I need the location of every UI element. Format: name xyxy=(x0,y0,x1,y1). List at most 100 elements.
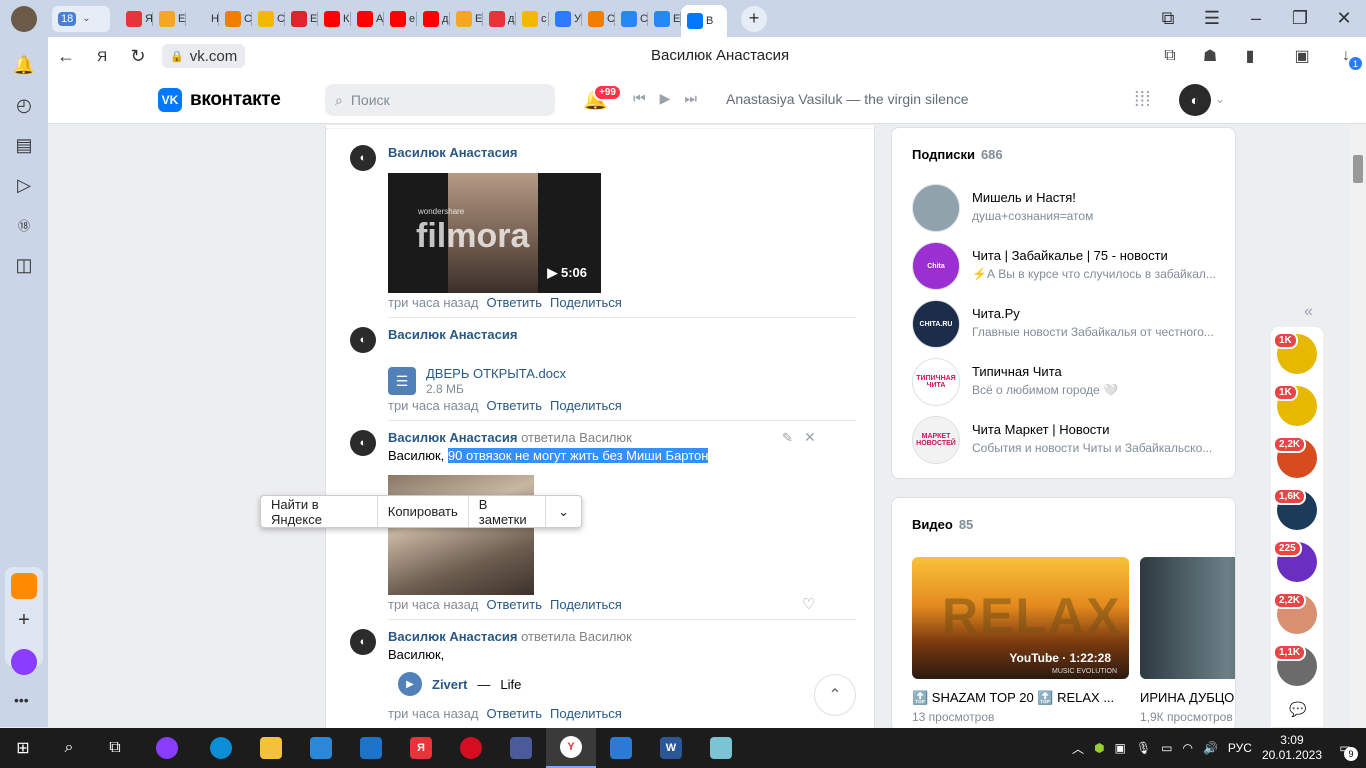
tab-counter[interactable]: 18 ⌄ xyxy=(52,5,110,32)
play-icon[interactable]: ▶ xyxy=(660,90,671,107)
audio-play-button[interactable]: ▶ xyxy=(398,672,422,696)
search-input[interactable]: ⌕ Поиск xyxy=(325,84,555,116)
copy-button[interactable]: Копировать xyxy=(378,496,469,527)
share-link[interactable]: Поделиться xyxy=(550,706,622,721)
alice-icon[interactable] xyxy=(138,728,196,768)
subscription-item[interactable]: МАРКЕТ НОВОСТЕЙ Чита Маркет | Новости Собы… xyxy=(912,416,1222,466)
vk-logo[interactable]: VK вконтакте xyxy=(158,88,281,112)
collapse-rail-icon[interactable]: « xyxy=(1304,303,1313,321)
chevron-up-icon[interactable]: ︿ xyxy=(1072,740,1084,757)
browser-tab[interactable]: с xyxy=(516,5,548,33)
subscription-name[interactable]: Типичная Чита xyxy=(972,364,1062,379)
translate-icon[interactable]: ⧉ xyxy=(1150,38,1190,74)
subscriptions-title[interactable]: Подписки 686 xyxy=(912,147,1003,162)
alice-icon[interactable] xyxy=(11,649,37,675)
add-to-notes-button[interactable]: В заметки xyxy=(469,496,547,527)
browser-tab[interactable]: А xyxy=(351,5,383,33)
apps-grid-icon[interactable]: ⁞⁞⁞ xyxy=(1134,89,1151,112)
address-bar[interactable]: 🔒 vk.com xyxy=(162,44,246,68)
word-icon[interactable]: W xyxy=(646,728,696,768)
subscription-item[interactable]: ТИПИЧНАЯ ЧИТА Типичная Чита Всё о любимом … xyxy=(912,358,1222,408)
browser-tab[interactable]: д xyxy=(483,5,515,33)
new-tab-button[interactable]: + xyxy=(741,5,767,32)
tray-app-icon[interactable]: ⬢ xyxy=(1094,741,1104,755)
reload-icon[interactable]: ↻ xyxy=(120,38,156,74)
subscription-avatar[interactable] xyxy=(912,184,960,232)
subscription-avatar[interactable]: ТИПИЧНАЯ ЧИТА xyxy=(912,358,960,406)
yandex-icon[interactable]: Я xyxy=(396,728,446,768)
comment-avatar[interactable]: ◐ xyxy=(350,430,376,456)
clock[interactable]: 3:09 20.01.2023 xyxy=(1262,733,1322,763)
reply-link[interactable]: Ответить xyxy=(486,706,542,721)
protect-icon[interactable]: ☗ xyxy=(1190,38,1230,74)
comment-author[interactable]: Василюк Анастасия xyxy=(388,327,856,342)
browser-tab[interactable]: У xyxy=(549,5,581,33)
browser-tab[interactable]: Е xyxy=(153,5,185,33)
video-title[interactable]: 🔝 SHAZAM TOP 20 🔝 RELAX ... xyxy=(912,690,1129,706)
scroll-up-button[interactable]: ⌃ xyxy=(814,674,856,716)
comment-time[interactable]: три часа назад xyxy=(388,398,478,413)
mail-app-icon[interactable] xyxy=(11,573,37,599)
browser-tab[interactable]: В xyxy=(681,5,727,37)
user-avatar[interactable]: ◐ xyxy=(1179,84,1211,116)
microphone-icon[interactable]: 🎙 xyxy=(1136,741,1151,755)
audio-artist[interactable]: Zivert xyxy=(432,677,467,692)
edge-icon[interactable] xyxy=(196,728,246,768)
document-icon[interactable]: ☰ xyxy=(388,367,416,395)
tab-manager-icon[interactable]: ⧉ xyxy=(1146,1,1190,37)
subscription-name[interactable]: Мишель и Настя! xyxy=(972,190,1076,205)
add-icon[interactable]: + xyxy=(18,609,30,632)
video-card-thumbnail[interactable] xyxy=(1140,557,1235,679)
back-icon[interactable]: ← xyxy=(48,38,84,74)
photo-attachment[interactable] xyxy=(388,475,534,595)
browser-tab[interactable]: Е xyxy=(648,5,680,33)
restore-icon[interactable]: ❐ xyxy=(1278,1,1322,37)
more-chevron-icon[interactable]: ⌄ xyxy=(546,496,581,527)
browser-tab[interactable]: С xyxy=(252,5,285,33)
comment-time[interactable]: три часа назад xyxy=(388,597,478,612)
store-icon[interactable] xyxy=(296,728,346,768)
start-windows-icon[interactable]: ⊞ xyxy=(0,728,46,768)
display-icon[interactable]: ▭ xyxy=(1161,741,1172,755)
app-icon[interactable] xyxy=(496,728,546,768)
camera-icon[interactable]: ◫ xyxy=(4,245,44,285)
age-18-icon[interactable]: ⑱ xyxy=(4,205,44,245)
wifi-icon[interactable]: ◠ xyxy=(1182,741,1192,755)
notes-app-icon[interactable] xyxy=(696,728,746,768)
like-heart-icon[interactable]: ♡ xyxy=(802,595,815,613)
browser-tab[interactable]: С xyxy=(582,5,615,33)
history-icon[interactable]: ◴ xyxy=(4,85,44,125)
chevron-down-icon[interactable]: ⌄ xyxy=(1215,92,1225,106)
share-link[interactable]: Поделиться xyxy=(550,597,622,612)
profile-avatar[interactable] xyxy=(0,0,48,37)
subscription-name[interactable]: Чита.Ру xyxy=(972,306,1020,321)
subscription-item[interactable]: Мишель и Настя! душа+сознания=атом xyxy=(912,184,1222,234)
video-card-thumbnail[interactable]: RELAX MUSIC EVOLUTION YouTube · 1:22:28 xyxy=(912,557,1129,679)
browser-tab[interactable]: Я xyxy=(120,5,153,33)
now-playing-track[interactable]: Anastasiya Vasiluk — the virgin silence xyxy=(726,91,969,107)
find-in-yandex-button[interactable]: Найти в Яндексе xyxy=(261,496,378,527)
reply-link[interactable]: Ответить xyxy=(486,398,542,413)
reply-link[interactable]: Ответить xyxy=(486,295,542,310)
selected-text[interactable]: 90 отвязок не могут жить без Миши Бартон xyxy=(447,448,709,463)
comment-author[interactable]: Василюк Анастасия xyxy=(388,430,517,445)
delete-icon[interactable]: ✕ xyxy=(804,429,816,446)
collections-icon[interactable]: ▤ xyxy=(4,125,44,165)
browser-tab[interactable]: Е xyxy=(450,5,482,33)
share-link[interactable]: Поделиться xyxy=(550,295,622,310)
tray-device-icon[interactable]: ▣ xyxy=(1115,741,1126,755)
document-name[interactable]: ДВЕРЬ ОТКРЫТА.docx xyxy=(426,366,566,381)
scrollbar-thumb[interactable] xyxy=(1353,155,1363,183)
comment-time[interactable]: три часа назад xyxy=(388,295,478,310)
subscription-avatar[interactable]: МАРКЕТ НОВОСТЕЙ xyxy=(912,416,960,464)
video-title[interactable]: ИРИНА ДУБЦОВА xyxy=(1140,690,1235,705)
bookmark-icon[interactable]: ▮ xyxy=(1230,38,1270,74)
collections-nav-icon[interactable]: ▣ xyxy=(1282,38,1322,74)
bell-icon[interactable]: 🔔 xyxy=(4,45,44,85)
edit-icon[interactable]: ✎ xyxy=(782,430,793,446)
yandex-browser-icon[interactable]: Y xyxy=(546,728,596,768)
reply-link[interactable]: Ответить xyxy=(486,597,542,612)
previous-track-icon[interactable]: ⏮ xyxy=(633,90,646,107)
comment-avatar[interactable]: ◐ xyxy=(350,327,376,353)
language-indicator[interactable]: РУС xyxy=(1228,741,1252,755)
